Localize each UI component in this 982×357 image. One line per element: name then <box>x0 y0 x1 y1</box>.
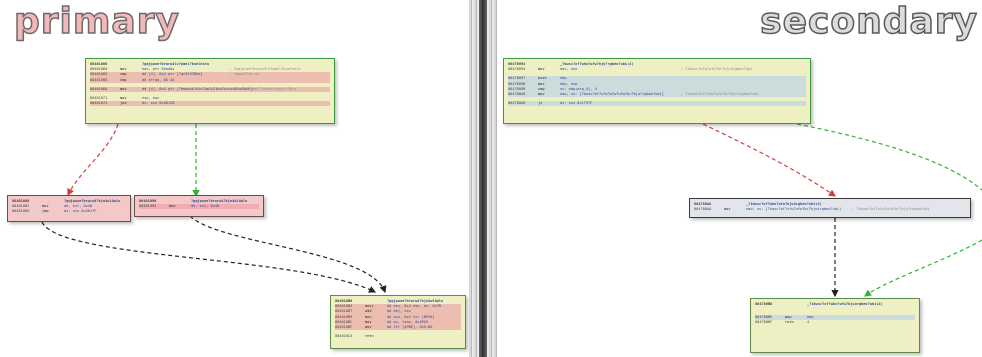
operands: eaw, ss: [?kwsc?of?ufw?wfw?ufw?br?kju?rg… <box>560 91 664 96</box>
true-edge <box>864 239 982 297</box>
operands: ?gqjpuxe?brwrw4?kju4wl4wln <box>64 199 121 203</box>
operands: dd ttr [4PNE], 0x5:8A <box>387 324 433 329</box>
uncond-edge <box>189 215 387 294</box>
operands: dd ebj, esx <box>387 309 411 314</box>
false-edge <box>702 123 836 197</box>
operands: 4 <box>807 320 810 325</box>
operands: eax, eax <box>560 67 578 72</box>
pane-splitter[interactable] <box>469 0 497 357</box>
instruction-line[interactable]: 004780A6 jz ds: xxx 0x1757F <box>508 101 806 107</box>
basic-block[interactable]: 00401090 ?gqjpuxe?brwrw4?kju4wl4wln 004010… <box>134 195 264 217</box>
mnemonic: retn <box>365 334 374 339</box>
mnemonic: jne <box>120 101 127 106</box>
operands: dd, ecl, 0x40 <box>64 204 93 209</box>
address: 004780BF <box>755 320 773 325</box>
basic-block[interactable]: 00401060 ?gqjpuxe?brwrw4lv?pmel?knelhnru 0… <box>85 58 335 124</box>
instruction-line[interactable]: 00401093 mov dd, esi, 0x40 <box>139 204 259 210</box>
operands: ss: ebp+arg_0], 4 <box>560 86 597 91</box>
operands: ebp, esp <box>560 81 578 86</box>
address: 004780A6 <box>508 101 526 106</box>
address: 00401074 <box>90 101 108 106</box>
mnemonic: jz <box>538 101 543 106</box>
basic-block[interactable]: 004780A8 _?ikwsc?of?who?ufw?kju4rgbeo?ubi… <box>689 198 971 218</box>
operands: dd [4], 0x4 ptr [?gc5252Bkb] <box>142 72 203 77</box>
operands: ?gqjpuxe?brwrw4?kju4wl4wln <box>387 299 444 303</box>
operands: ds: xxx 0x4012B <box>142 101 175 106</box>
splitter-handle[interactable] <box>479 0 487 357</box>
address: 004010C4 <box>335 334 353 339</box>
instruction-line[interactable]: 00401085 jmp ds: xxx 0x4017F <box>12 209 126 214</box>
operands: _?ikwsc?of?who?ufw?kju4rgbeo?ubi(4) <box>746 202 822 206</box>
address: 004780AA <box>694 207 712 212</box>
instruction-line[interactable]: 00401074 jne ds: xxx 0x4012B <box>90 101 330 107</box>
mnemonic: jmp <box>42 209 49 214</box>
operands: eaw, ss: [?kwsc?of?ufw?ufw?br?kju4rgbeo?… <box>746 207 842 212</box>
mnemonic: mov <box>724 207 731 212</box>
operands: dd esx, 0x4 ttr [BP50] <box>387 314 435 319</box>
secondary-graph-pane[interactable]: secondary 00478094 _?kwsc?of?who?ufw?kju?… <box>497 0 982 357</box>
mnemonic: mov <box>169 204 176 209</box>
instruction-line[interactable]: 004780AA mov eaw, ss: [?kwsc?of?ufw?ufw?br… <box>694 207 966 212</box>
true-edge <box>796 123 982 191</box>
operands: ?gqjpuxe?brwrw4?kju4wl4wln <box>191 199 248 203</box>
operands: dd wx, taay, 0x4PUS <box>387 319 429 324</box>
comment: ; ?ikwsc?of?ufw?ufw?br?kju?rgbeo?ubi <box>851 207 930 212</box>
operands: ebp <box>807 315 814 320</box>
address: 00401085 <box>12 209 30 214</box>
basic-block[interactable]: 00401080 ?gqjpuxe?brwrw4?kju4wl4wln 004010… <box>7 195 131 222</box>
instruction-line[interactable]: 004010C4 retn <box>335 334 461 339</box>
operands: eax, ptr ReadAs <box>142 67 175 72</box>
basic-block[interactable]: 004780B8 _?ikwsc?of?who?ufw?kju4rgbeo?ubi… <box>750 298 920 353</box>
operands: ds: xxx 0x4017F <box>64 209 97 214</box>
address: 00401093 <box>139 204 157 209</box>
primary-graph-pane[interactable]: primary 00401060 ?gqjpuxe?brwrw4lv?pmel?k… <box>0 0 469 357</box>
operands: dd, esi, 0x40 <box>191 204 220 209</box>
false-edge <box>67 123 119 197</box>
mnemonic: retn <box>785 320 794 325</box>
operands: esp, eax <box>142 95 160 100</box>
basic-block[interactable]: 00478094 _?kwsc?of?who?ufw?kju?rgbeo?ubi(… <box>503 58 811 124</box>
operands: dd esx, 0x4 esp, ds: 0x7B <box>387 304 442 309</box>
operands: ds: xxx 0x1757F <box>560 101 593 106</box>
operands: ebp <box>560 76 567 81</box>
operands: dd sfraq, 0X 4A <box>142 77 175 82</box>
operands: ?gqjpuxe?brwrw4lv?pmel?knelhnru <box>142 62 210 66</box>
instruction-line[interactable]: 004780BF retn 4 <box>755 320 915 325</box>
operands: _?ikwsc?of?who?ufw?kju4rgbeo?ubi(4) <box>807 302 883 306</box>
basic-block[interactable]: 004010B0 ?gqjpuxe?brwrw4?kju4wl4wln 004010… <box>330 295 466 349</box>
operands: _?kwsc?of?who?ufw?kju?rgbeo?ubi(4) <box>560 62 634 66</box>
